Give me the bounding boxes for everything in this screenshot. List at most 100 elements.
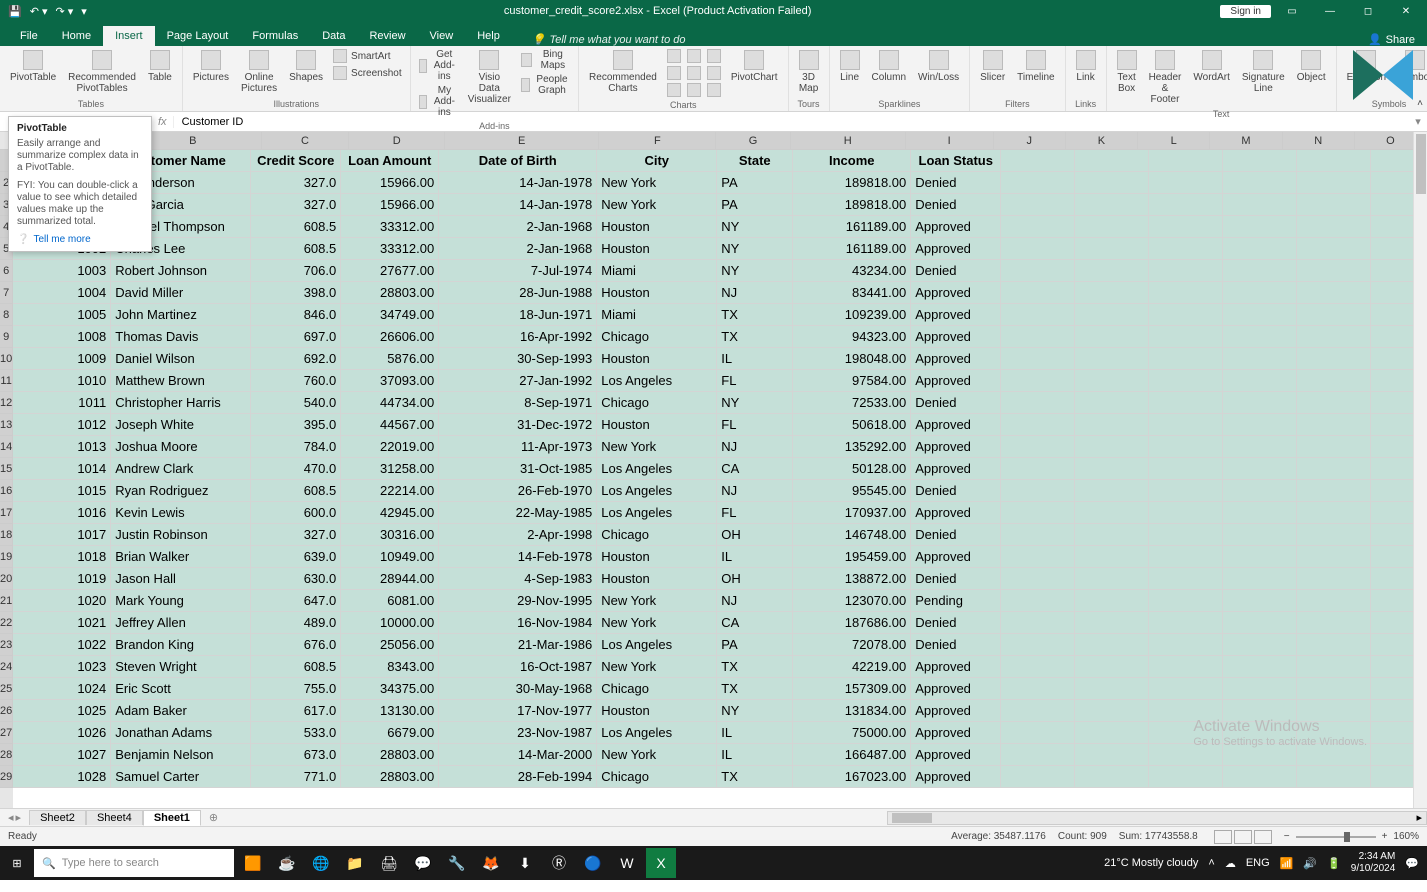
cell[interactable] [1001,722,1075,743]
cell[interactable] [1001,744,1075,765]
cell[interactable] [1149,590,1223,611]
cell[interactable]: 533.0 [251,722,341,743]
file-explorer-icon[interactable]: 📁 [340,848,370,878]
row-header[interactable]: 23 [0,634,13,656]
cell[interactable]: 161189.00 [793,216,911,237]
column-header[interactable]: F [599,132,716,149]
word-icon[interactable]: W [612,848,642,878]
row-header[interactable]: 22 [0,612,13,634]
cell[interactable]: 27-Jan-1992 [439,370,597,391]
cell[interactable]: 95545.00 [793,480,911,501]
cell[interactable] [1223,590,1297,611]
cell[interactable] [1297,568,1371,589]
signature-line-button[interactable]: Signature Line [1238,48,1289,107]
zoom-out-button[interactable]: − [1284,831,1290,842]
cell[interactable]: 28-Feb-1994 [439,766,597,787]
cell[interactable]: Matthew Brown [111,370,251,391]
cell[interactable] [1075,766,1149,787]
cell[interactable] [1223,172,1297,193]
cell[interactable] [1223,744,1297,765]
cell[interactable] [1001,392,1075,413]
cell[interactable]: Christopher Harris [111,392,251,413]
cell[interactable]: Chicago [597,326,717,347]
cell[interactable]: 31-Dec-1972 [439,414,597,435]
cell[interactable] [1001,216,1075,237]
cell[interactable]: 1009 [13,348,111,369]
cell[interactable]: New York [597,612,717,633]
cell[interactable] [1075,480,1149,501]
row-header[interactable]: 12 [0,392,13,414]
cell[interactable]: 16-Nov-1984 [439,612,597,633]
cell[interactable]: NY [717,216,793,237]
chart-type-button[interactable] [685,65,703,81]
row-header[interactable]: 21 [0,590,13,612]
cell[interactable]: 1010 [13,370,111,391]
cell[interactable]: 2-Apr-1998 [439,524,597,545]
cell[interactable]: New York [597,194,717,215]
cell[interactable] [1149,282,1223,303]
cell[interactable]: Pending [911,590,1001,611]
cell[interactable]: Approved [911,766,1001,787]
chart-type-button[interactable] [685,48,703,64]
column-header[interactable]: K [1066,132,1138,149]
cell[interactable] [1297,260,1371,281]
cell[interactable]: Approved [911,216,1001,237]
share-button[interactable]: 👤 Share [1368,33,1427,46]
cell[interactable]: Denied [911,634,1001,655]
cell[interactable]: 28-Jun-1988 [439,282,597,303]
edge-icon[interactable]: 🌐 [306,848,336,878]
cell[interactable]: Approved [911,282,1001,303]
cell[interactable]: Approved [911,348,1001,369]
cell[interactable]: Denied [911,392,1001,413]
cell[interactable] [1223,458,1297,479]
link-button[interactable]: Link [1072,48,1100,97]
cell[interactable]: PA [717,194,793,215]
cell[interactable] [1297,590,1371,611]
chart-type-button[interactable] [705,48,723,64]
cell[interactable] [1075,304,1149,325]
cell[interactable]: 327.0 [251,524,341,545]
cell[interactable]: 28803.00 [341,766,439,787]
cell[interactable]: 31258.00 [341,458,439,479]
cell[interactable] [1297,656,1371,677]
row-header[interactable]: 25 [0,678,13,700]
cell[interactable] [1001,414,1075,435]
row-header[interactable]: 18 [0,524,13,546]
onedrive-icon[interactable]: ☁ [1225,857,1236,870]
cell[interactable]: 639.0 [251,546,341,567]
zoom-in-button[interactable]: + [1382,831,1388,842]
cell[interactable] [1001,260,1075,281]
cell[interactable] [1075,216,1149,237]
cell[interactable]: 11-Apr-1973 [439,436,597,457]
cell[interactable] [1223,656,1297,677]
cell[interactable] [1075,370,1149,391]
cell[interactable]: Approved [911,458,1001,479]
cell[interactable] [1075,260,1149,281]
cell[interactable]: Houston [597,348,717,369]
zoom-slider[interactable] [1296,836,1376,838]
cell[interactable]: 630.0 [251,568,341,589]
cell[interactable]: Approved [911,678,1001,699]
cell[interactable] [1075,238,1149,259]
cell[interactable] [1297,282,1371,303]
cell[interactable]: 44734.00 [341,392,439,413]
normal-view-button[interactable] [1214,830,1232,844]
row-header[interactable]: 8 [0,304,13,326]
cell[interactable] [1075,194,1149,215]
cell[interactable]: 161189.00 [793,238,911,259]
cell[interactable] [1297,326,1371,347]
cell[interactable]: 43234.00 [793,260,911,281]
cell[interactable] [1297,172,1371,193]
cell[interactable]: 157309.00 [793,678,911,699]
cell[interactable]: 1015 [13,480,111,501]
cell[interactable] [1149,348,1223,369]
cell[interactable]: Joseph White [111,414,251,435]
column-header[interactable]: H [791,132,906,149]
table-button[interactable]: Table [144,48,176,97]
cell[interactable]: 30316.00 [341,524,439,545]
add-sheet-button[interactable]: ⊕ [201,811,226,824]
cell[interactable]: 6679.00 [341,722,439,743]
cell[interactable] [1001,458,1075,479]
cell[interactable] [1075,524,1149,545]
cell[interactable]: Ryan Rodriguez [111,480,251,501]
